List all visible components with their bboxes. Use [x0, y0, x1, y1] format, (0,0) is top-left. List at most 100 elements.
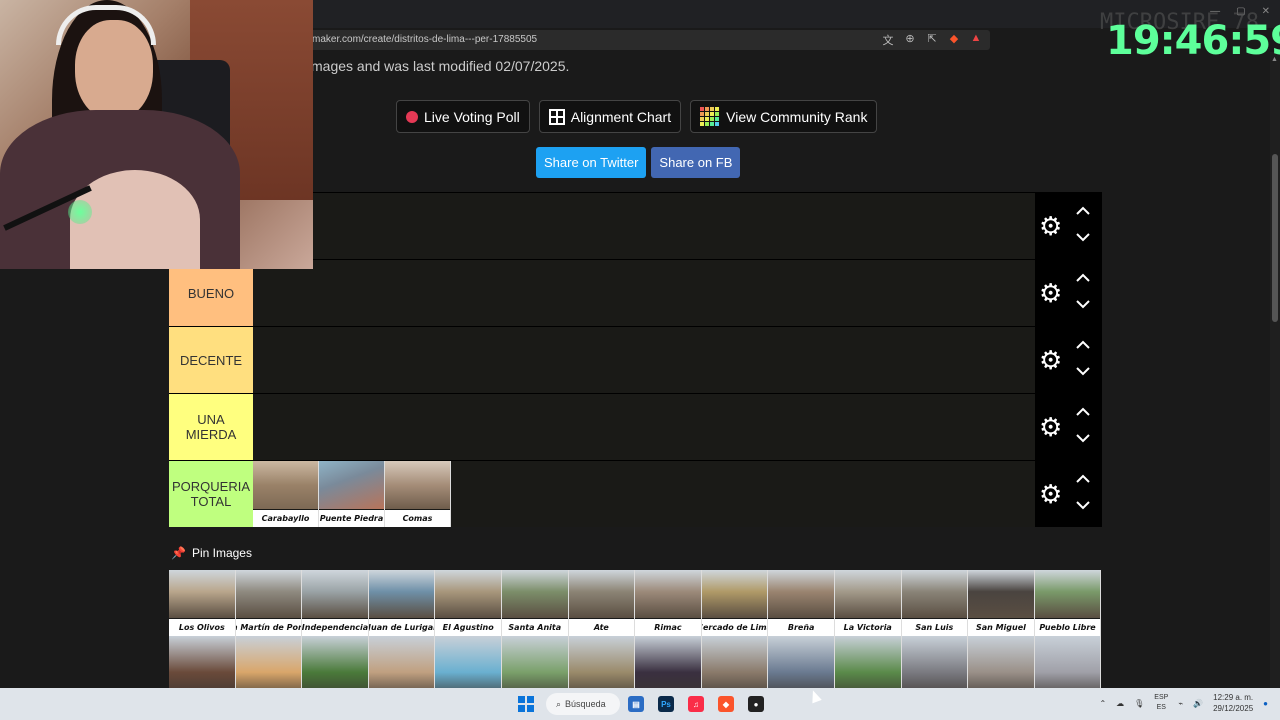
network-icon[interactable]: ⌁: [1178, 699, 1183, 708]
share-icon[interactable]: ⇱: [926, 32, 938, 48]
language-code: ESP: [1154, 694, 1169, 701]
district-card[interactable]: Independencia: [302, 570, 369, 636]
district-card[interactable]: Carabayllo: [253, 461, 319, 527]
view-community-rank-label: View Community Rank: [726, 108, 868, 125]
district-card[interactable]: El Agustino: [435, 570, 502, 636]
district-card[interactable]: Puente Piedra: [319, 461, 385, 527]
chevron-up-icon[interactable]: [1075, 205, 1091, 219]
stream-timer: 19:46:59: [1106, 18, 1280, 64]
tier-row: UNA MIERDA ⚙: [169, 393, 1102, 460]
chevron-up-icon[interactable]: ⌃: [1099, 699, 1106, 708]
gear-icon[interactable]: ⚙: [1039, 280, 1062, 306]
tier-label[interactable]: DECENTE: [169, 327, 253, 393]
district-photo: [901, 570, 968, 618]
district-card[interactable]: Comas: [385, 461, 451, 527]
keyboard-layout: ES: [1156, 704, 1166, 711]
district-card[interactable]: Pueblo Libre: [1034, 570, 1102, 636]
tier-drop-zone[interactable]: [253, 260, 1035, 326]
photoshop-icon[interactable]: Ps: [658, 696, 674, 712]
district-card[interactable]: La Victoria: [834, 570, 902, 636]
pin-images-label: Pin Images: [191, 546, 252, 560]
district-photo: [701, 570, 768, 618]
alignment-chart-button[interactable]: Alignment Chart: [538, 100, 682, 133]
share-facebook-button[interactable]: Share on FB: [651, 147, 741, 178]
webcam-overlay: [0, 0, 313, 269]
chevron-up-icon[interactable]: [1075, 473, 1091, 487]
district-card[interactable]: Ate: [568, 570, 636, 636]
share-twitter-button[interactable]: Share on Twitter: [536, 147, 647, 178]
language-indicator[interactable]: ESP ES: [1154, 693, 1168, 713]
chevron-down-icon[interactable]: [1075, 231, 1091, 245]
translate-icon[interactable]: 文: [882, 32, 894, 48]
url-text[interactable]: maker.com/create/distritos-de-lima---per…: [312, 34, 537, 45]
notification-icon[interactable]: ●: [1263, 699, 1268, 708]
pin-icon: 📌: [171, 546, 186, 560]
chevron-down-icon[interactable]: [1075, 432, 1091, 446]
gear-icon[interactable]: ⚙: [1039, 481, 1062, 507]
district-card[interactable]: Breña: [768, 570, 835, 636]
headset-icon: [56, 5, 156, 45]
district-photo: [302, 570, 368, 618]
district-card[interactable]: Los Olivos: [169, 570, 236, 636]
live-voting-poll-button[interactable]: Live Voting Poll: [396, 100, 530, 133]
taskbar-search-label: Búsqueda: [565, 699, 606, 709]
district-card[interactable]: Santa Anita: [501, 570, 569, 636]
tier-row: DECENTE ⚙: [169, 326, 1102, 393]
close-icon[interactable]: ✕: [1262, 6, 1270, 17]
cloud-icon[interactable]: ☁: [1116, 699, 1124, 708]
mic-light: [68, 200, 92, 224]
brave-rewards-icon[interactable]: ▲: [970, 32, 982, 48]
tier-drop-zone[interactable]: [253, 193, 1035, 259]
music-icon[interactable]: ♫: [688, 696, 704, 712]
tier-label[interactable]: BUENO: [169, 260, 253, 326]
chevron-down-icon[interactable]: [1075, 298, 1091, 312]
tier-label[interactable]: PORQUERIA TOTAL: [169, 461, 253, 527]
chevron-down-icon[interactable]: [1075, 499, 1091, 513]
district-caption: La Victoria: [834, 619, 901, 636]
district-card[interactable]: Cercado de Lima: [701, 570, 769, 636]
gear-icon[interactable]: ⚙: [1039, 213, 1062, 239]
windows-start-icon[interactable]: [518, 696, 534, 712]
mic-icon[interactable]: 🎙: [1134, 699, 1144, 708]
taskbar-search[interactable]: ⌕ Búsqueda: [546, 693, 620, 715]
chevron-up-icon[interactable]: [1075, 272, 1091, 286]
page-scrollbar[interactable]: ▲: [1270, 52, 1280, 688]
district-card[interactable]: San Martín de Porres: [235, 570, 303, 636]
record-dot-icon: [406, 110, 418, 123]
chevron-up-icon[interactable]: [1075, 339, 1091, 353]
brave-shield-icon[interactable]: ◆: [948, 32, 960, 48]
district-card[interactable]: San Luis: [901, 570, 969, 636]
district-caption: San Luis: [901, 619, 968, 636]
district-photo: [834, 570, 901, 618]
district-photo: [568, 570, 635, 618]
address-bar[interactable]: maker.com/create/distritos-de-lima---per…: [300, 30, 990, 50]
brave-browser-icon[interactable]: ◆: [718, 696, 734, 712]
tier-label[interactable]: UNA MIERDA: [169, 394, 253, 460]
zoom-icon[interactable]: ⊕: [904, 32, 916, 48]
chevron-down-icon[interactable]: [1075, 365, 1091, 379]
district-card[interactable]: San Juan de Lurigancho: [368, 570, 436, 636]
clock-date: 29/12/2025: [1213, 704, 1254, 713]
district-card[interactable]: San Miguel: [968, 570, 1035, 636]
district-card[interactable]: Rimac: [635, 570, 702, 636]
volume-icon[interactable]: 🔊: [1193, 699, 1203, 708]
tier-drop-zone[interactable]: [253, 394, 1035, 460]
district-photo: [768, 570, 834, 618]
scroll-thumb[interactable]: [1272, 154, 1278, 322]
pin-images-toggle[interactable]: 📌 Pin Images: [171, 546, 252, 560]
gear-icon[interactable]: ⚙: [1039, 347, 1062, 373]
clock-time: 12:29 a. m.: [1213, 693, 1254, 702]
clock[interactable]: 12:29 a. m. 29/12/2025: [1213, 692, 1253, 714]
obs-icon[interactable]: ●: [748, 696, 764, 712]
view-community-rank-button[interactable]: View Community Rank: [690, 100, 878, 133]
taskbar: ⌕ Búsqueda ▤ Ps ♫ ◆ ● ⌃ ☁ 🎙 ESP ES ⌁ 🔊 1…: [0, 688, 1280, 720]
tier-drop-zone[interactable]: [253, 327, 1035, 393]
gear-icon[interactable]: ⚙: [1039, 414, 1062, 440]
district-photo: [435, 570, 501, 618]
district-caption: Pueblo Libre: [1034, 619, 1101, 636]
grid-icon: [548, 108, 565, 125]
tier-drop-zone[interactable]: Carabayllo Puente Piedra Comas: [253, 461, 1035, 527]
file-explorer-icon[interactable]: ▤: [628, 696, 644, 712]
district-caption: Breña: [768, 619, 834, 636]
chevron-up-icon[interactable]: [1075, 406, 1091, 420]
